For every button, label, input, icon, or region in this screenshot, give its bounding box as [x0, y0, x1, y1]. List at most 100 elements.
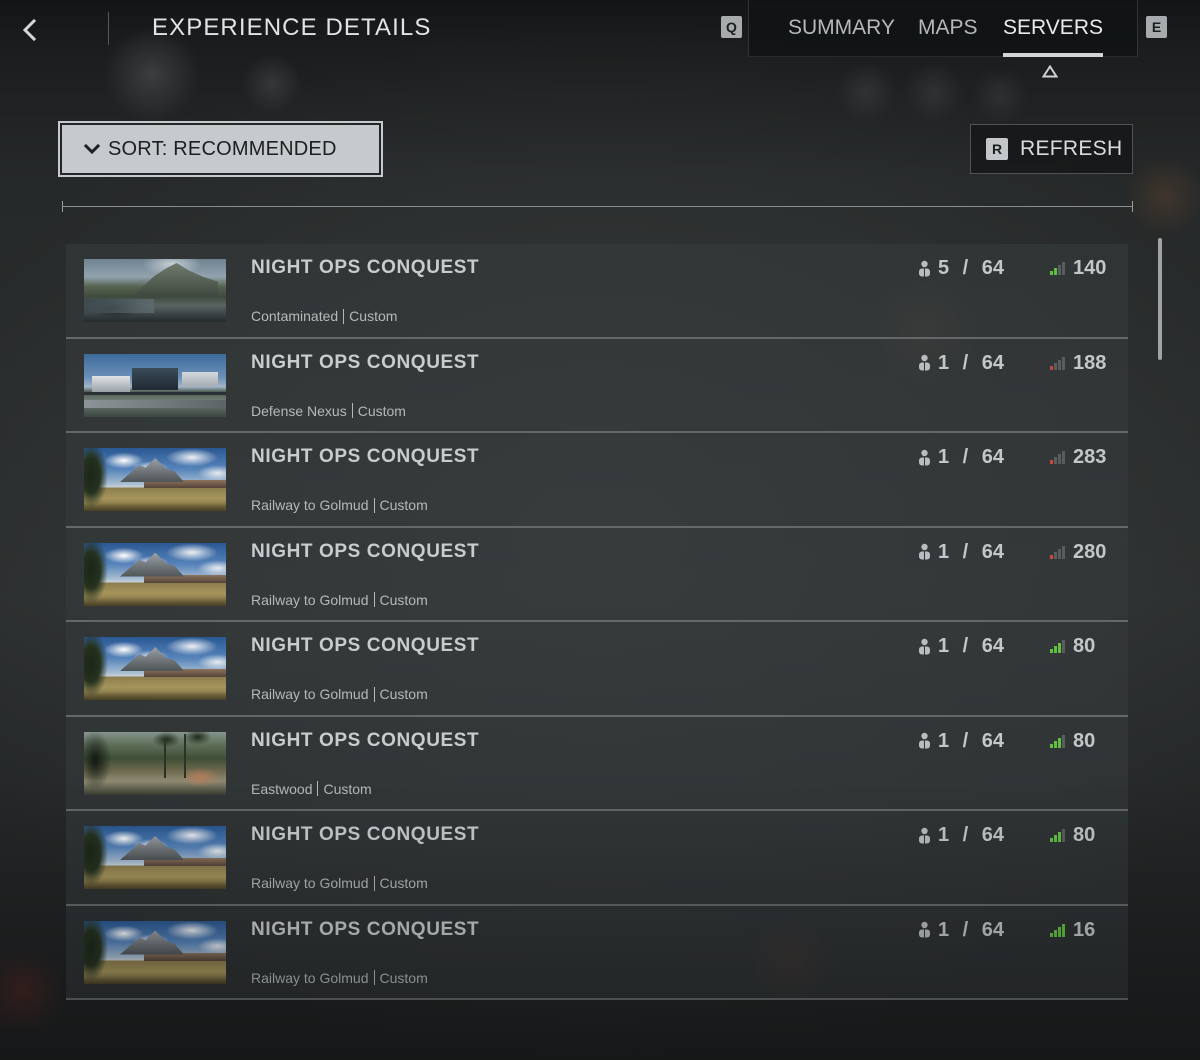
signal-bars-icon [1050, 451, 1065, 464]
server-name: NIGHT OPS CONQUEST [251, 918, 480, 940]
server-details: Eastwood Custom [251, 780, 372, 798]
signal-bar [1054, 929, 1057, 937]
signal-bar [1058, 643, 1061, 653]
scrollbar-thumb[interactable] [1158, 238, 1162, 360]
server-row[interactable]: NIGHT OPS CONQUEST Railway to Golmud Custo… [66, 527, 1128, 622]
map-thumbnail [84, 448, 226, 511]
map-name: Railway to Golmud [251, 497, 369, 513]
separator [317, 781, 319, 796]
server-row[interactable]: NIGHT OPS CONQUEST Railway to Golmud Custo… [66, 433, 1128, 528]
map-name: Contaminated [251, 308, 339, 324]
signal-bar [1062, 923, 1065, 937]
player-count: 1 / 64 [917, 729, 1004, 753]
server-row[interactable]: NIGHT OPS CONQUEST Railway to Golmud Custo… [66, 622, 1128, 717]
signal-bar [1058, 454, 1061, 464]
ping-value: 280 [1073, 540, 1107, 563]
signal-bar [1050, 554, 1053, 559]
signal-bar [1054, 362, 1057, 370]
player-count: 1 / 64 [917, 823, 1004, 847]
game-mode: Custom [349, 308, 398, 324]
ping: 80 [1050, 823, 1095, 847]
signal-bar [1050, 649, 1053, 653]
server-row[interactable]: NIGHT OPS CONQUEST Railway to Golmud Custo… [66, 905, 1128, 1000]
signal-bar [1054, 268, 1057, 275]
tab-servers[interactable]: SERVERS [1003, 15, 1103, 57]
signal-bars-icon [1050, 640, 1065, 653]
game-mode: Custom [379, 497, 428, 513]
player-count-text: 1 / 64 [938, 635, 1005, 657]
signal-bar [1054, 740, 1057, 748]
signal-bar [1050, 932, 1053, 937]
game-mode: Custom [379, 875, 428, 891]
separator [373, 970, 375, 985]
server-details: Contaminated Custom [251, 307, 397, 325]
game-mode: Custom [379, 686, 428, 702]
ping: 140 [1050, 256, 1106, 280]
map-thumbnail [84, 353, 226, 417]
players-icon [919, 449, 930, 465]
server-details: Railway to Golmud Custom [251, 591, 428, 609]
ping-value: 188 [1073, 351, 1107, 374]
separator [373, 497, 375, 513]
map-name: Railway to Golmud [251, 875, 369, 891]
server-row[interactable]: NIGHT OPS CONQUEST Contaminated Custom 5 / … [66, 244, 1128, 339]
tab-summary[interactable]: SUMMARY [788, 15, 895, 41]
server-row[interactable]: NIGHT OPS CONQUEST Eastwood Custom 1 / 64 80 [66, 716, 1128, 811]
signal-bars-icon [1050, 829, 1065, 842]
players-icon [919, 638, 930, 654]
signal-bar [1058, 926, 1061, 937]
signal-bar [1050, 743, 1053, 748]
signal-bar [1054, 457, 1057, 464]
server-row[interactable]: NIGHT OPS CONQUEST Railway to Golmud Custo… [66, 811, 1128, 906]
player-count: 1 / 64 [917, 445, 1004, 469]
map-thumbnail [84, 637, 226, 700]
server-name: NIGHT OPS CONQUEST [251, 257, 480, 278]
game-mode: Custom [379, 591, 428, 608]
player-count-text: 1 / 64 [938, 351, 1005, 374]
sort-dropdown[interactable]: SORT: RECOMMENDED [62, 125, 379, 173]
player-count: 1 / 64 [917, 540, 1004, 564]
players-icon [919, 260, 930, 276]
signal-bar [1054, 835, 1057, 842]
separator [373, 875, 375, 891]
game-mode: Custom [323, 780, 372, 797]
map-thumbnail [84, 259, 226, 322]
page-title: EXPERIENCE DETAILS [152, 14, 432, 41]
signal-bars-icon [1050, 923, 1065, 937]
signal-bar [1050, 838, 1053, 842]
server-details: Railway to Golmud Custom [251, 874, 428, 892]
player-count: 1 / 64 [917, 634, 1004, 658]
signal-bar [1062, 734, 1065, 748]
players-icon [919, 827, 930, 843]
signal-bar [1058, 359, 1061, 370]
ping: 283 [1050, 445, 1106, 469]
ping: 80 [1050, 729, 1095, 753]
signal-bar [1050, 365, 1053, 370]
signal-bars-icon [1050, 262, 1065, 275]
chevron-down-icon [84, 143, 100, 155]
game-mode: Custom [357, 402, 406, 419]
server-name: NIGHT OPS CONQUEST [251, 351, 480, 373]
map-thumbnail [84, 542, 226, 606]
refresh-button[interactable]: R REFRESH [970, 124, 1133, 174]
back-button[interactable] [14, 14, 46, 46]
header-divider [108, 12, 109, 45]
server-name: NIGHT OPS CONQUEST [251, 540, 480, 562]
ping-value: 80 [1073, 729, 1096, 752]
signal-bars-icon [1050, 356, 1065, 370]
map-thumbnail [84, 826, 226, 889]
signal-bar [1058, 737, 1061, 748]
players-icon [919, 921, 930, 938]
prev-tab-key-hint[interactable]: Q [721, 16, 742, 38]
server-row[interactable]: NIGHT OPS CONQUEST Defense Nexus Custom 1 /… [66, 338, 1128, 433]
players-icon [919, 543, 930, 560]
next-tab-key-hint[interactable]: E [1146, 16, 1167, 38]
signal-bar [1062, 829, 1065, 842]
signal-bar [1062, 640, 1065, 653]
map-name: Railway to Golmud [251, 969, 369, 986]
sort-label: SORT: RECOMMENDED [108, 137, 337, 160]
signal-bar [1054, 551, 1057, 559]
tab-maps[interactable]: MAPS [918, 15, 978, 41]
separator [373, 592, 375, 607]
signal-bar [1050, 271, 1053, 275]
